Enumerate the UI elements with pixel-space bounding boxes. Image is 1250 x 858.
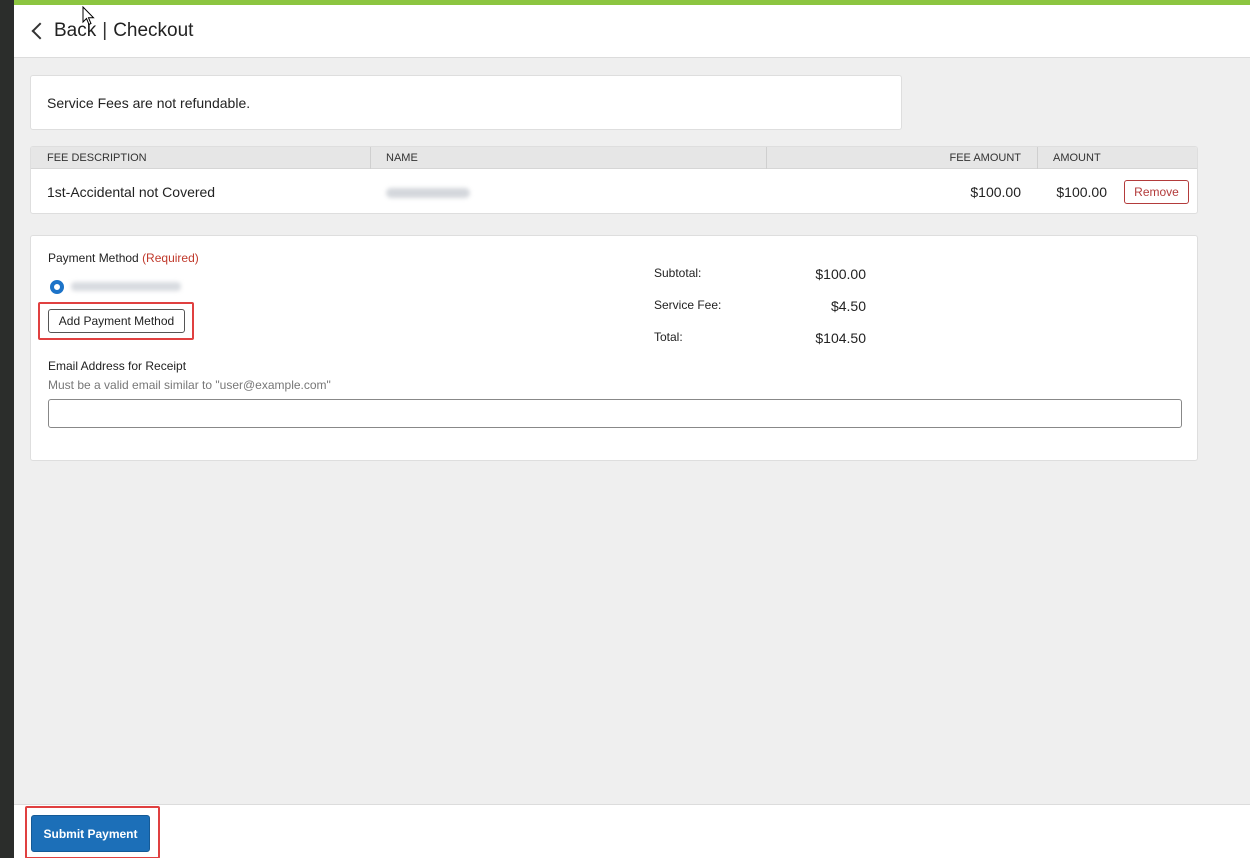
payment-method-option-redacted[interactable] [71, 282, 181, 291]
service-fee-value: $4.50 [830, 298, 866, 314]
required-indicator: (Required) [142, 251, 199, 265]
remove-button[interactable]: Remove [1124, 180, 1189, 204]
fees-table-header: FEE DESCRIPTION NAME FEE AMOUNT AMOUNT [31, 147, 1197, 169]
total-value: $104.50 [815, 330, 866, 346]
mouse-cursor-icon [82, 6, 95, 26]
submit-payment-button[interactable]: Submit Payment [31, 815, 150, 852]
fee-amount-cell: $100.00 [970, 184, 1021, 200]
total-label: Total: [654, 330, 683, 344]
col-amount: AMOUNT [1053, 152, 1101, 164]
add-payment-method-button[interactable]: Add Payment Method [48, 309, 185, 333]
refund-notice: Service Fees are not refundable. [30, 75, 902, 130]
page-title: Checkout [113, 20, 194, 41]
subtotal-value: $100.00 [815, 266, 866, 282]
col-name: NAME [386, 152, 418, 164]
left-sidebar-strip [0, 0, 14, 858]
col-fee-description: FEE DESCRIPTION [47, 152, 147, 164]
col-fee-amount: FEE AMOUNT [949, 152, 1021, 164]
refund-notice-text: Service Fees are not refundable. [47, 94, 251, 111]
fee-description-cell: 1st-Accidental not Covered [47, 184, 216, 200]
payment-method-label: Payment Method (Required) [48, 251, 199, 265]
fees-table: FEE DESCRIPTION NAME FEE AMOUNT AMOUNT 1… [30, 146, 1198, 214]
email-input[interactable] [48, 399, 1182, 428]
payment-method-radio[interactable] [50, 280, 64, 294]
service-fee-label: Service Fee: [654, 298, 722, 312]
name-cell-redacted [386, 169, 470, 213]
email-label: Email Address for Receipt [48, 359, 187, 373]
page-header: Back | Checkout [14, 5, 1250, 58]
payment-panel: Payment Method (Required) Add Payment Me… [30, 235, 1198, 461]
header-separator: | [102, 20, 108, 41]
footer-bar: Submit Payment [14, 804, 1250, 858]
chevron-left-icon [31, 22, 49, 40]
subtotal-label: Subtotal: [654, 266, 702, 280]
table-row: 1st-Accidental not Covered $100.00 $100.… [31, 169, 1197, 213]
amount-cell: $100.00 [1056, 184, 1107, 200]
email-help-text: Must be a valid email similar to "user@e… [48, 378, 331, 392]
